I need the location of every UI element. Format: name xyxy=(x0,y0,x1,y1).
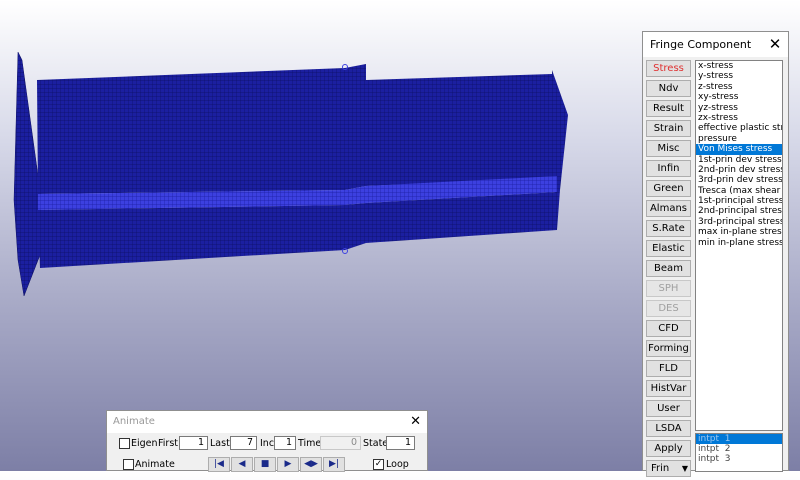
component-list-item[interactable]: y-stress xyxy=(696,71,782,81)
animate-titlebar[interactable]: Animate ✕ xyxy=(107,411,427,433)
fringe-button-histvar[interactable]: HistVar xyxy=(646,380,691,397)
fringe-button-almans[interactable]: Almans xyxy=(646,200,691,217)
fringe-button-lsda[interactable]: LSDA xyxy=(646,420,691,437)
fringe-button-s-rate[interactable]: S.Rate xyxy=(646,220,691,237)
close-icon[interactable]: ✕ xyxy=(410,414,421,429)
component-list-item[interactable]: 3rd-prin dev stress xyxy=(696,175,782,185)
fringe-category-buttons: Stress Ndv Result Strain Misc Infin Green Alman… xyxy=(646,60,692,480)
fringe-button-beam[interactable]: Beam xyxy=(646,260,691,277)
fringe-button-green[interactable]: Green xyxy=(646,180,691,197)
component-list-item[interactable]: 1st-principal stress xyxy=(696,196,782,206)
component-list-item[interactable]: 3rd-principal stress xyxy=(696,217,782,227)
component-list-item[interactable]: yz-stress xyxy=(696,103,782,113)
fringe-button-strain[interactable]: Strain xyxy=(646,120,691,137)
fringe-button-fld[interactable]: FLD xyxy=(646,360,691,377)
component-list-item[interactable]: Tresca (max shear st xyxy=(696,186,782,196)
component-list-item[interactable]: Von Mises stress xyxy=(696,144,782,155)
intpt-list-item[interactable]: intpt 2 xyxy=(696,444,782,454)
eigen-label: Eigen xyxy=(131,438,158,449)
animate-label: Animate xyxy=(135,459,175,470)
fringe-button-sph: SPH xyxy=(646,280,691,297)
fringe-title: Fringe Component xyxy=(650,38,752,51)
model-viewport[interactable] xyxy=(0,0,640,471)
stop-icon[interactable]: ■ xyxy=(254,457,276,472)
component-list-item[interactable]: z-stress xyxy=(696,82,782,92)
step-both-icon[interactable]: ◀▶ xyxy=(300,457,322,472)
first-frame-icon[interactable]: |◀ xyxy=(208,457,230,472)
last-input[interactable]: 7 xyxy=(230,436,257,450)
component-list-item[interactable]: pressure xyxy=(696,134,782,144)
animate-controls-row: Animate |◀ ◀ ■ ▶ ◀▶ ▶| ✓ Loop xyxy=(107,455,427,473)
time-readout: 0 xyxy=(320,436,361,450)
component-list-item[interactable]: 1st-prin dev stress xyxy=(696,155,782,165)
mesh-top-face xyxy=(37,64,557,194)
component-list-item[interactable]: 2nd-prin dev stress xyxy=(696,165,782,175)
fringe-button-infin[interactable]: Infin xyxy=(646,160,691,177)
fringe-button-elastic[interactable]: Elastic xyxy=(646,240,691,257)
fringe-titlebar[interactable]: Fringe Component ✕ xyxy=(643,32,788,57)
animate-title: Animate xyxy=(113,416,155,427)
intpt-list-item[interactable]: intpt 3 xyxy=(696,454,782,464)
component-list-item[interactable]: effective plastic strain xyxy=(696,123,782,133)
fringe-button-forming[interactable]: Forming xyxy=(646,340,691,357)
fringe-type-dropdown-label: Frin xyxy=(651,463,670,474)
fringe-button-result[interactable]: Result xyxy=(646,100,691,117)
eigen-checkbox[interactable] xyxy=(119,438,130,449)
loop-label: Loop xyxy=(386,459,409,470)
component-list-item[interactable]: x-stress xyxy=(696,61,782,71)
state-input[interactable]: 1 xyxy=(386,436,415,450)
fringe-button-stress[interactable]: Stress xyxy=(646,60,691,77)
fringe-button-apply[interactable]: Apply xyxy=(646,440,691,457)
component-list-item[interactable]: min in-plane stress xyxy=(696,238,782,248)
component-list-item[interactable]: 2nd-principal stress xyxy=(696,206,782,216)
component-list[interactable]: x-stress y-stress z-stress xy-stress yz-stre… xyxy=(695,60,783,431)
play-icon[interactable]: ▶ xyxy=(277,457,299,472)
component-list-item[interactable]: zx-stress xyxy=(696,113,782,123)
last-frame-icon[interactable]: ▶| xyxy=(323,457,345,472)
animate-range-row: Eigen First: 1 Last: 7 Inc: 1 Time: 0 St… xyxy=(107,435,427,453)
intpt-list[interactable]: intpt 1 intpt 2 intpt 3 xyxy=(695,433,783,472)
end-plate-left xyxy=(13,51,41,297)
fringe-component-dialog: Fringe Component ✕ Stress Ndv Result Strain… xyxy=(642,31,789,477)
component-list-item[interactable]: max in-plane stress xyxy=(696,227,782,237)
fringe-button-ndv[interactable]: Ndv xyxy=(646,80,691,97)
component-list-item[interactable]: xy-stress xyxy=(696,92,782,102)
fringe-button-cfd[interactable]: CFD xyxy=(646,320,691,337)
first-label: First: xyxy=(158,438,182,449)
loop-checkbox[interactable]: ✓ xyxy=(373,459,384,470)
step-back-icon[interactable]: ◀ xyxy=(231,457,253,472)
fringe-button-user[interactable]: User xyxy=(646,400,691,417)
fringe-button-des: DES xyxy=(646,300,691,317)
fringe-button-misc[interactable]: Misc xyxy=(646,140,691,157)
animate-checkbox[interactable] xyxy=(123,459,134,470)
inc-input[interactable]: 1 xyxy=(274,436,296,450)
animate-dialog: Animate ✕ Eigen First: 1 Last: 7 Inc: 1 … xyxy=(106,410,428,473)
mesh-model xyxy=(13,51,568,297)
fringe-type-dropdown[interactable]: Frin ▼ xyxy=(646,460,691,477)
close-icon[interactable]: ✕ xyxy=(762,32,788,57)
chevron-down-icon: ▼ xyxy=(681,464,688,473)
first-input[interactable]: 1 xyxy=(179,436,208,450)
intpt-list-item[interactable]: intpt 1 xyxy=(696,434,782,444)
